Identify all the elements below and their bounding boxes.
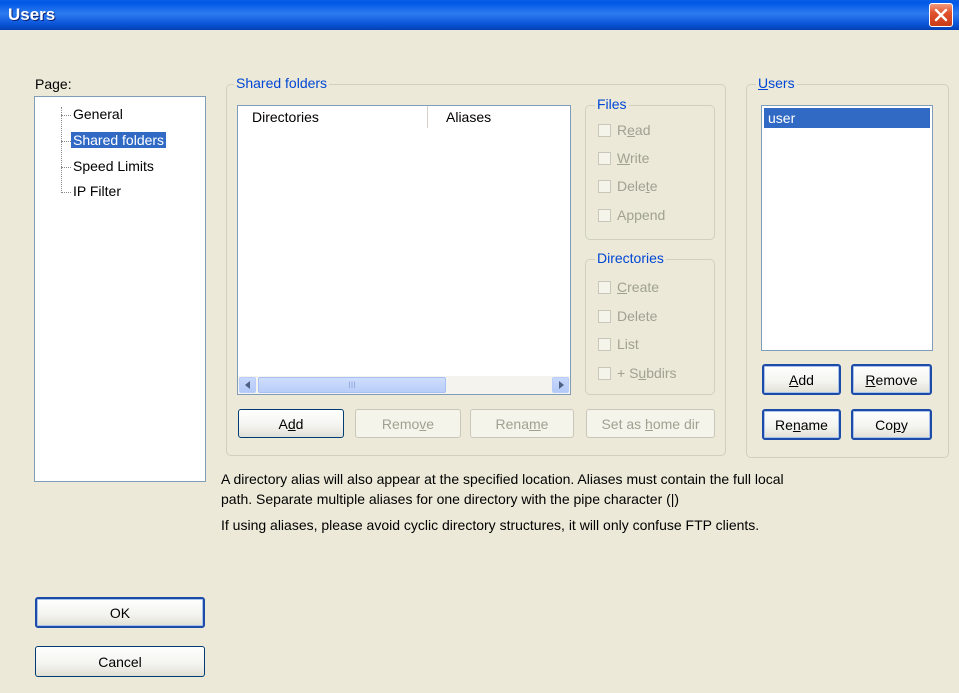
append-label: Append: [617, 207, 666, 223]
horizontal-scrollbar[interactable]: III: [238, 376, 570, 394]
ok-button[interactable]: OK: [35, 597, 205, 628]
directories-legend: Directories: [595, 250, 666, 266]
files-legend: Files: [595, 96, 629, 112]
write-label: Write: [617, 150, 650, 166]
tree-connector: [61, 107, 62, 193]
set-home-dir-button[interactable]: Set as home dir: [586, 409, 715, 438]
add-user-label: Add: [789, 371, 814, 388]
scroll-grip-icon: III: [348, 380, 356, 390]
list-checkbox[interactable]: List: [598, 336, 639, 352]
delete-file-checkbox[interactable]: Delete: [598, 178, 657, 194]
set-home-dir-label: Set as home dir: [601, 415, 700, 432]
tree-connector: [61, 167, 71, 168]
read-checkbox[interactable]: Read: [598, 122, 651, 138]
delete-dir-checkbox[interactable]: Delete: [598, 308, 657, 324]
scroll-thumb[interactable]: III: [258, 377, 446, 393]
create-checkbox[interactable]: Create: [598, 279, 659, 295]
rename-user-label: Rename: [775, 416, 828, 433]
rename-folder-label: Rename: [495, 415, 549, 432]
add-user-button[interactable]: Add: [762, 364, 841, 395]
add-folder-button[interactable]: Add: [238, 409, 344, 438]
create-label: Create: [617, 279, 660, 295]
tree-connector: [61, 192, 71, 193]
checkbox-box: [598, 151, 611, 165]
tree-item-label: Speed Limits: [73, 158, 154, 174]
subdirs-label: + Subdirs: [617, 365, 677, 381]
shared-folders-legend: Shared folders: [234, 75, 330, 91]
copy-user-label: Copy: [875, 416, 908, 433]
add-folder-label: Add: [278, 415, 304, 432]
delete-file-label: Delete: [617, 178, 658, 194]
arrow-left-icon: [244, 381, 250, 389]
tree-item-label: General: [73, 106, 123, 122]
tree-connector: [61, 141, 71, 142]
write-checkbox[interactable]: Write: [598, 150, 649, 166]
delete-dir-label: Delete: [617, 308, 658, 324]
scroll-left-button[interactable]: [239, 377, 256, 393]
title-bar[interactable]: Users: [0, 0, 959, 30]
remove-folder-label: Remove: [381, 415, 435, 432]
read-label: Read: [617, 122, 651, 138]
window-title: Users: [8, 5, 56, 24]
checkbox-box: [598, 337, 611, 351]
users-list[interactable]: user: [761, 105, 933, 351]
checkbox-box: [598, 309, 611, 323]
remove-user-label: Remove: [865, 371, 918, 388]
alias-info-line2: path. Separate multiple aliases for one …: [221, 491, 680, 507]
alias-info-line1: A directory alias will also appear at th…: [221, 471, 784, 487]
cancel-button[interactable]: Cancel: [35, 646, 205, 677]
tree-connector: [61, 115, 71, 116]
users-dialog: Users Page: General Shared folders Speed…: [0, 0, 959, 693]
rename-user-button[interactable]: Rename: [762, 409, 841, 440]
checkbox-box: [598, 280, 611, 294]
alias-info-line3: If using aliases, please avoid cyclic di…: [221, 517, 760, 533]
page-tree[interactable]: General Shared folders Speed Limits IP F…: [34, 96, 206, 482]
users-legend: Users: [756, 75, 797, 91]
close-icon: [934, 8, 948, 22]
close-button[interactable]: [929, 3, 953, 27]
shared-folders-list[interactable]: Directories Aliases III: [237, 105, 571, 395]
tree-item-label: Shared folders: [69, 131, 168, 149]
column-header-directories[interactable]: Directories: [238, 106, 428, 128]
arrow-right-icon: [558, 381, 564, 389]
tree-item-label: IP Filter: [73, 183, 121, 199]
tree-item-general[interactable]: General: [71, 106, 125, 122]
tree-item-speed-limits[interactable]: Speed Limits: [71, 158, 156, 174]
column-header-aliases[interactable]: Aliases: [428, 106, 570, 128]
tree-item-shared-folders[interactable]: Shared folders: [69, 131, 168, 149]
scroll-right-button[interactable]: [552, 377, 569, 393]
list-label: List: [617, 336, 639, 352]
append-checkbox[interactable]: Append: [598, 207, 665, 223]
remove-user-button[interactable]: Remove: [851, 364, 932, 395]
page-label: Page:: [35, 76, 72, 92]
remove-folder-button[interactable]: Remove: [355, 409, 461, 438]
rename-folder-button[interactable]: Rename: [470, 409, 574, 438]
user-list-item[interactable]: user: [764, 108, 930, 128]
checkbox-box: [598, 123, 611, 137]
checkbox-box: [598, 366, 611, 380]
checkbox-box: [598, 208, 611, 222]
checkbox-box: [598, 179, 611, 193]
subdirs-checkbox[interactable]: + Subdirs: [598, 365, 677, 381]
tree-item-ip-filter[interactable]: IP Filter: [71, 183, 123, 199]
copy-user-button[interactable]: Copy: [851, 409, 932, 440]
